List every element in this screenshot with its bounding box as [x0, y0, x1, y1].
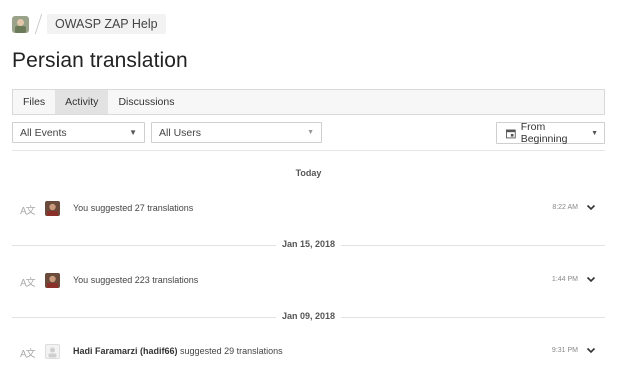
tab-bar: Files Activity Discussions	[12, 89, 605, 115]
activity-time: 8:22 AM	[552, 204, 578, 211]
tab-files[interactable]: Files	[13, 90, 55, 114]
day-header-label: Jan 09, 2018	[275, 311, 342, 321]
page-title: Persian translation	[12, 49, 188, 72]
day-header-label: Jan 15, 2018	[275, 239, 342, 249]
user-avatar[interactable]	[45, 201, 60, 216]
activity-description: You suggested 27 translations	[73, 203, 194, 213]
filter-divider	[12, 150, 605, 151]
users-filter-select[interactable]: All Users ▼	[151, 122, 322, 143]
translation-icon: A文	[20, 278, 36, 289]
caret-down-icon: ▼	[591, 129, 598, 137]
translation-icon: A文	[20, 206, 36, 217]
users-filter-value: All Users	[159, 126, 202, 139]
tab-activity[interactable]: Activity	[55, 90, 109, 114]
project-avatar[interactable]	[12, 15, 29, 33]
activity-row: A文 You suggested 27 translations 8:22 AM	[12, 199, 605, 219]
chevron-down-icon[interactable]	[585, 201, 597, 213]
breadcrumb-separator	[34, 14, 43, 34]
date-range-button[interactable]: From Beginning ▼	[496, 121, 605, 145]
events-filter-value: All Events	[20, 126, 67, 139]
calendar-icon	[506, 129, 516, 138]
activity-time: 9:31 PM	[551, 347, 578, 354]
breadcrumb-project-link[interactable]: OWASP ZAP Help	[47, 14, 166, 34]
day-header-jan-09: Jan 09, 2018	[12, 311, 605, 325]
day-header-jan-15: Jan 15, 2018	[12, 239, 605, 253]
chevron-down-icon[interactable]	[585, 273, 597, 285]
activity-row: A文 You suggested 223 translations 1:44 P…	[12, 271, 605, 291]
chevron-down-icon[interactable]	[585, 344, 597, 356]
activity-row: A文 Hadi Faramarzi (hadif66) suggested 29…	[12, 342, 605, 362]
user-avatar[interactable]	[45, 273, 60, 288]
breadcrumb: OWASP ZAP Help	[12, 13, 166, 35]
day-header-today: Today	[12, 168, 605, 182]
activity-action-text: suggested 29 translations	[180, 346, 283, 356]
caret-down-icon: ▼	[307, 129, 314, 136]
activity-description: You suggested 223 translations	[73, 275, 199, 285]
events-filter-select[interactable]: All Events ▼	[12, 122, 145, 143]
default-avatar[interactable]	[45, 344, 60, 359]
translation-icon: A文	[20, 349, 36, 360]
activity-description: Hadi Faramarzi (hadif66) suggested 29 tr…	[73, 346, 283, 356]
activity-time: 1:44 PM	[551, 276, 578, 283]
date-range-label: From Beginning	[520, 121, 568, 145]
tab-discussions[interactable]: Discussions	[108, 90, 184, 114]
caret-down-icon: ▼	[129, 128, 137, 137]
activity-actor-name[interactable]: Hadi Faramarzi (hadif66)	[73, 346, 178, 356]
day-header-label: Today	[289, 168, 328, 178]
